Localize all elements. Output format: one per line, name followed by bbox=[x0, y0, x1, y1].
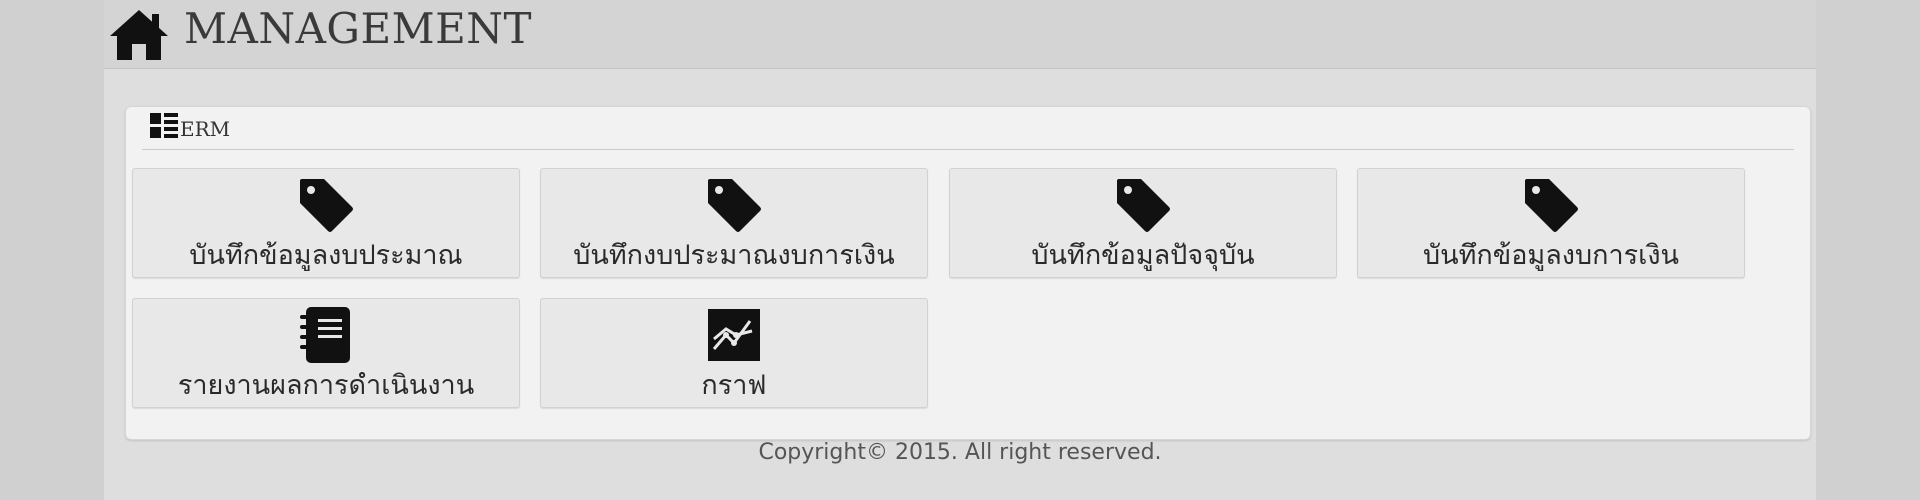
tile-current-data[interactable]: บันทึกข้อมูลปัจจุบัน bbox=[949, 168, 1337, 278]
tile-financial-data[interactable]: บันทึกข้อมูลงบการเงิน bbox=[1357, 168, 1745, 278]
tile-label: บันทึกข้อมูลงบประมาณ bbox=[189, 240, 463, 271]
chart-icon bbox=[708, 309, 760, 361]
tile-budget-data[interactable]: บันทึกข้อมูลงบประมาณ bbox=[132, 168, 520, 278]
list-icon bbox=[150, 113, 178, 138]
page-header: MANAGEMENT bbox=[104, 0, 1816, 69]
tag-icon bbox=[1117, 179, 1170, 232]
panel-header: ERM bbox=[142, 107, 1794, 150]
footer-copyright: Copyright© 2015. All right reserved. bbox=[758, 440, 1162, 465]
notebook-icon bbox=[300, 307, 350, 363]
tile-label: กราฟ bbox=[701, 370, 767, 401]
tile-label: บันทึกข้อมูลปัจจุบัน bbox=[1031, 240, 1255, 271]
panel-title: ERM bbox=[180, 117, 231, 141]
tile-budget-financial[interactable]: บันทึกงบประมาณงบการเงิน bbox=[540, 168, 928, 278]
tile-label: รายงานผลการดำเนินงาน bbox=[177, 370, 475, 401]
page-title: MANAGEMENT bbox=[184, 4, 533, 53]
tile-label: บันทึกงบประมาณงบการเงิน bbox=[573, 240, 895, 271]
tile-performance-report[interactable]: รายงานผลการดำเนินงาน bbox=[132, 298, 520, 408]
tag-icon bbox=[300, 179, 353, 232]
tag-icon bbox=[1525, 179, 1578, 232]
tag-icon bbox=[708, 179, 761, 232]
tile-chart[interactable]: กราฟ bbox=[540, 298, 928, 408]
home-icon[interactable] bbox=[108, 8, 170, 62]
tile-label: บันทึกข้อมูลงบการเงิน bbox=[1423, 240, 1679, 271]
